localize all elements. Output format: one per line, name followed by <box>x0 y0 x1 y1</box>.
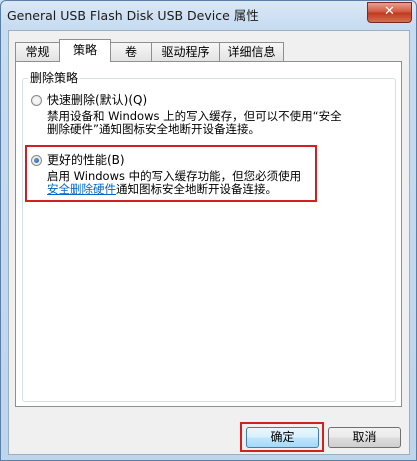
quick-removal-option[interactable]: 快速删除(默认)(Q) 禁用设备和 Windows 上的写入缓存，但可以不使用“… <box>31 93 387 137</box>
dialog-client-area: 常规 策略 卷 驱动程序 详细信息 删除策略 快速删除(默认)(Q) 禁用设备和… <box>8 30 410 455</box>
ok-highlight-box <box>240 422 324 452</box>
quick-removal-desc-line2: 删除硬件”通知图标安全地断开设备连接。 <box>47 122 260 136</box>
cancel-button[interactable]: 取消 <box>328 427 401 448</box>
tab-policies[interactable]: 策略 <box>59 39 111 62</box>
removal-policy-group: 删除策略 快速删除(默认)(Q) 禁用设备和 Windows 上的写入缓存，但可… <box>22 71 396 402</box>
option-highlight-box <box>25 145 317 202</box>
window-title: General USB Flash Disk USB Device 属性 <box>7 8 259 23</box>
tab-details[interactable]: 详细信息 <box>219 42 284 61</box>
tab-general[interactable]: 常规 <box>15 42 60 61</box>
close-icon: ✕ <box>384 4 395 19</box>
removal-policy-legend: 删除策略 <box>28 71 81 85</box>
quick-removal-label[interactable]: 快速删除(默认)(Q) <box>47 93 147 108</box>
close-button[interactable]: ✕ <box>367 2 412 23</box>
tab-driver[interactable]: 驱动程序 <box>151 42 220 61</box>
policies-panel: 删除策略 快速删除(默认)(Q) 禁用设备和 Windows 上的写入缓存，但可… <box>15 61 402 407</box>
quick-removal-radio[interactable] <box>31 95 42 106</box>
quick-removal-description: 禁用设备和 Windows 上的写入缓存，但可以不使用“安全 删除硬件”通知图标… <box>47 110 383 136</box>
tab-volumes[interactable]: 卷 <box>110 42 152 61</box>
properties-window: General USB Flash Disk USB Device 属性 ✕ 常… <box>0 0 417 461</box>
